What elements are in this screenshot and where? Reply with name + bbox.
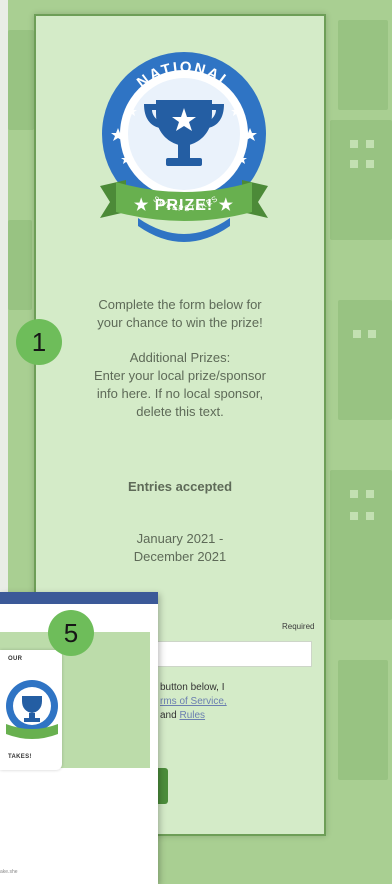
preview-footer-text: ake.she — [0, 869, 18, 875]
consent-text: button below, I rms of Service, and Rule… — [160, 681, 320, 723]
preview-logo-card: OUR TAKES! — [0, 650, 62, 770]
national-prize-sweepstakes-logo: NATIONAL ★ PRIZE! ★ SWEEPSTAKES — [100, 52, 268, 242]
email-field[interactable] — [154, 641, 312, 667]
preview-card-bottom-label: TAKES! — [8, 754, 32, 760]
entry-date-range: January 2021 - December 2021 — [36, 530, 324, 566]
preview-card-top-label: OUR — [8, 656, 23, 662]
additional-prizes-line: info here. If no local sponsor, — [96, 386, 264, 401]
entries-accepted-label: Entries accepted — [127, 479, 233, 494]
additional-prizes-title: Additional Prizes: — [129, 350, 231, 365]
date-start: January 2021 - — [136, 531, 224, 546]
rules-link[interactable]: Rules — [179, 710, 205, 721]
terms-of-service-link[interactable]: rms of Service, — [160, 696, 227, 707]
step-badge-5: 5 — [48, 610, 94, 656]
additional-prizes-line: Enter your local prize/sponsor — [94, 368, 266, 383]
required-label: Required — [282, 622, 315, 631]
facebook-top-bar — [0, 592, 158, 604]
step-badge-1: 1 — [16, 319, 62, 365]
intro-text: Complete the form below for your chance … — [36, 296, 324, 332]
intro-line: your chance to win the prize! — [97, 315, 263, 330]
additional-prizes-text: Additional Prizes: Enter your local priz… — [36, 349, 324, 421]
intro-line: Complete the form below for — [98, 297, 262, 312]
date-end: December 2021 — [133, 549, 227, 564]
additional-prizes-line: delete this text. — [136, 404, 224, 419]
preview-trophy-logo — [6, 680, 58, 739]
consent-line: button below, I — [160, 682, 225, 693]
consent-and: and — [160, 710, 177, 721]
